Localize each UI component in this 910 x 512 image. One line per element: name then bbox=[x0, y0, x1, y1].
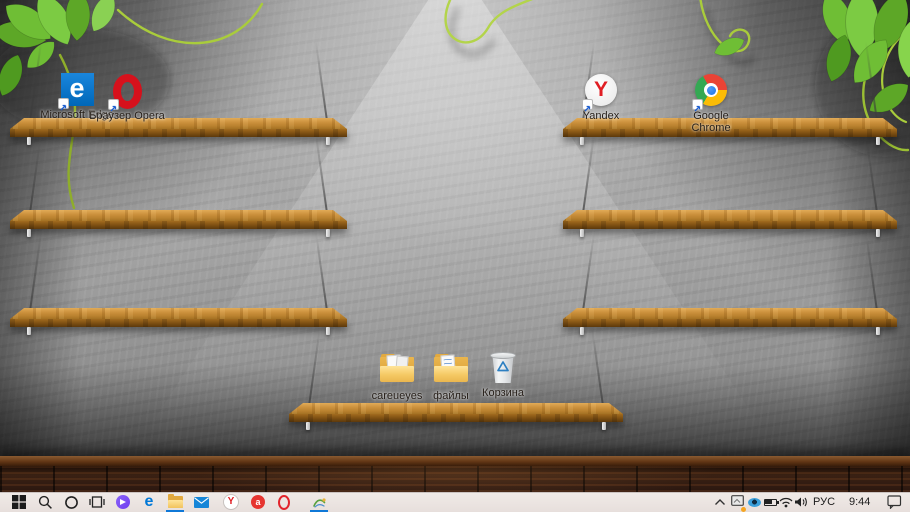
taskbar-yandex-browser-button[interactable]: Y bbox=[219, 492, 243, 512]
desktop-icon-recycle-bin[interactable]: Корзина bbox=[465, 351, 541, 399]
shelf-bottom-center bbox=[289, 326, 623, 430]
windows-logo-icon bbox=[12, 495, 26, 509]
action-center-icon bbox=[886, 495, 901, 509]
cortana-button[interactable] bbox=[59, 492, 83, 512]
shelf-peg bbox=[580, 229, 584, 237]
taskbar-yandex-alice-button[interactable] bbox=[111, 492, 135, 512]
yandex-browser-icon: Y bbox=[224, 495, 238, 509]
shelf-middle-left bbox=[10, 133, 347, 237]
shelf-peg bbox=[27, 137, 31, 145]
shelf-edge bbox=[10, 221, 347, 229]
task-view-button[interactable] bbox=[85, 492, 109, 512]
icon-label: Браузер Opera bbox=[89, 110, 165, 122]
taskbar-opera-button[interactable] bbox=[272, 492, 296, 512]
wood-floor bbox=[0, 466, 910, 492]
file-explorer-icon bbox=[167, 494, 183, 508]
recycle-bin-icon bbox=[486, 351, 520, 385]
shelf-peg bbox=[580, 327, 584, 335]
shelf-peg bbox=[876, 229, 880, 237]
task-view-icon bbox=[89, 496, 105, 508]
clock[interactable]: 9:44 bbox=[849, 492, 870, 512]
icon-label: Yandex bbox=[582, 110, 620, 122]
shelf-peg bbox=[602, 422, 606, 430]
taskbar-edge-button[interactable]: e bbox=[137, 492, 161, 512]
chrome-iris bbox=[706, 85, 716, 95]
alice-icon bbox=[116, 495, 130, 509]
shelf-edge bbox=[563, 221, 897, 229]
mail-icon bbox=[193, 496, 209, 508]
opera-icon bbox=[108, 74, 144, 112]
opera-icon bbox=[278, 494, 290, 510]
edge-icon: e bbox=[144, 493, 154, 510]
shelf-surface bbox=[289, 403, 623, 414]
folder-icon bbox=[380, 354, 414, 388]
icon-label: Корзина bbox=[482, 387, 524, 399]
recycle-symbol-icon bbox=[497, 361, 509, 372]
shelf-surface bbox=[10, 210, 347, 221]
icon-label: Google Chrome bbox=[691, 110, 731, 134]
shelf-peg bbox=[326, 137, 330, 145]
shelf-peg bbox=[326, 229, 330, 237]
language-indicator[interactable]: РУС bbox=[813, 492, 835, 512]
folder-front bbox=[434, 366, 468, 382]
taskbar-file-explorer-button[interactable] bbox=[163, 492, 187, 512]
shelf-peg bbox=[326, 327, 330, 335]
desktop-icon-google-chrome[interactable]: Google Chrome bbox=[673, 73, 749, 134]
shelf-lower-right bbox=[563, 231, 897, 335]
windows-desktop: e Microsoft Edge Браузер Opera Y Yandex … bbox=[0, 0, 910, 512]
shortcut-arrow-icon bbox=[108, 99, 119, 112]
shelf-peg bbox=[27, 327, 31, 335]
red-circle-app-icon: a bbox=[251, 495, 265, 509]
shelf-lower-left bbox=[10, 231, 347, 335]
taskbar-red-app-button[interactable]: a bbox=[246, 492, 270, 512]
shortcut-arrow-icon bbox=[692, 99, 703, 112]
desktop-icon-opera[interactable]: Браузер Opera bbox=[89, 73, 165, 122]
shelf-edge bbox=[563, 319, 897, 327]
desktop-icon-yandex[interactable]: Y Yandex bbox=[563, 73, 639, 122]
shelf-peg bbox=[580, 137, 584, 145]
shelf-surface bbox=[563, 308, 897, 319]
careueyes-icon bbox=[312, 497, 326, 508]
shortcut-arrow-icon bbox=[58, 98, 69, 111]
shelf-surface bbox=[563, 210, 897, 221]
shelf-edge bbox=[10, 129, 347, 137]
taskbar-mail-button[interactable] bbox=[189, 492, 213, 512]
folder-icon bbox=[434, 354, 468, 388]
folder-front bbox=[380, 366, 414, 382]
tray-volume[interactable] bbox=[789, 492, 813, 512]
shelf-surface bbox=[10, 308, 347, 319]
shortcut-arrow-icon bbox=[582, 99, 593, 112]
bin-rim bbox=[490, 352, 516, 359]
cortana-circle-icon bbox=[64, 495, 78, 509]
yandex-icon: Y bbox=[582, 74, 618, 112]
shelf-edge bbox=[10, 319, 347, 327]
search-icon bbox=[38, 495, 52, 509]
search-button[interactable] bbox=[33, 492, 57, 512]
action-center-button[interactable] bbox=[882, 492, 906, 512]
google-chrome-icon bbox=[692, 74, 728, 112]
baseboard bbox=[0, 456, 910, 466]
speaker-icon bbox=[795, 497, 807, 507]
shelf-peg bbox=[876, 327, 880, 335]
shelf-peg bbox=[876, 137, 880, 145]
shelf-middle-right bbox=[563, 133, 897, 237]
shelf-peg bbox=[27, 229, 31, 237]
shelf-peg bbox=[306, 422, 310, 430]
taskbar-careueyes-button[interactable] bbox=[307, 492, 331, 512]
shelf-edge bbox=[289, 414, 623, 422]
start-button[interactable] bbox=[7, 492, 31, 512]
